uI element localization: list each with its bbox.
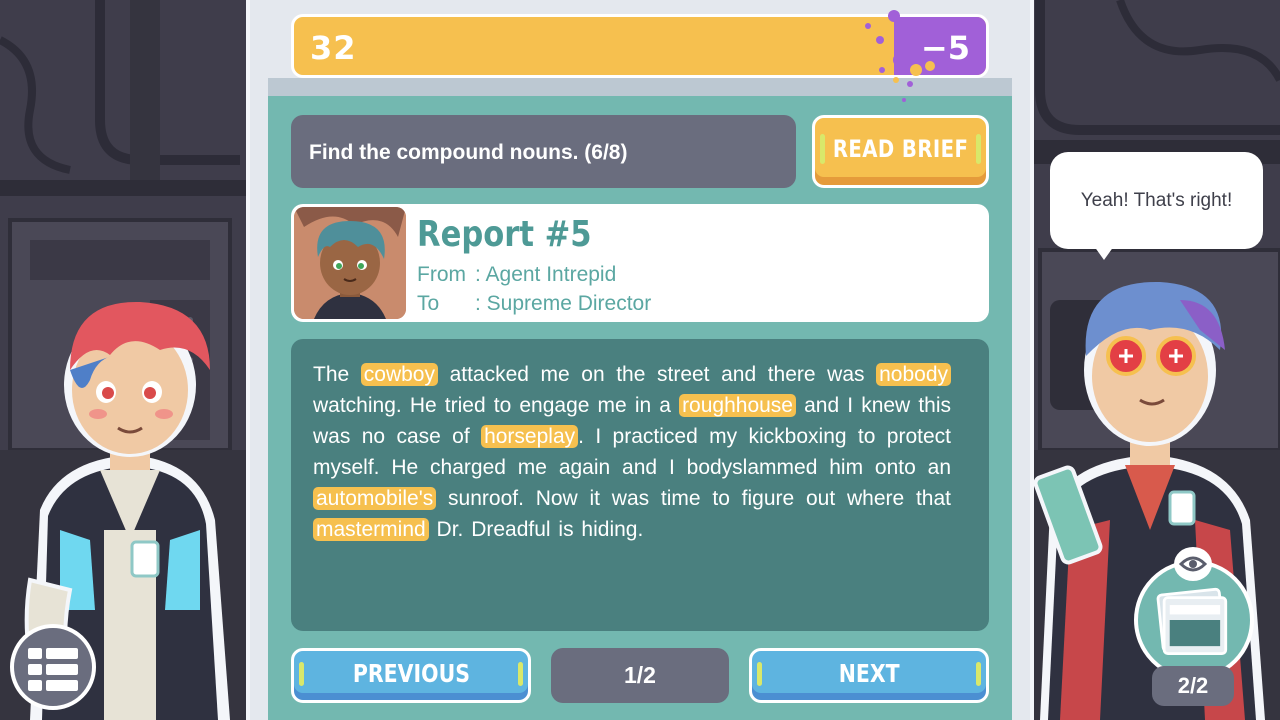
button-accent-left [299, 662, 304, 686]
button-accent-right [518, 662, 523, 686]
report-to-line: To : Supreme Director [417, 292, 651, 316]
highlighted-word[interactable]: automobile's [313, 487, 437, 510]
highlighted-word[interactable]: horseplay [481, 425, 579, 448]
button-accent-right [976, 662, 981, 686]
read-brief-button[interactable]: READ BRIEF [812, 115, 989, 188]
instruction-text: Find the compound nouns. (6/8) [309, 141, 628, 164]
evidence-count-text: 2/2 [1177, 673, 1209, 698]
report-title: Report #5 [417, 214, 592, 255]
report-text-panel: The cowboy attacked me on the street and… [291, 339, 989, 631]
to-label: To [417, 292, 440, 315]
from-value: : Agent Intrepid [475, 263, 617, 286]
report-text-segment[interactable]: attacked me on the street and there was [438, 363, 876, 386]
report-text-segment[interactable]: watching. He tried to engage me in a [313, 394, 679, 417]
previous-button[interactable]: PREVIOUS [291, 648, 531, 703]
next-label: NEXT [838, 659, 900, 688]
report-from-line: From : Agent Intrepid [417, 263, 616, 287]
task-instruction: Find the compound nouns. (6/8) [291, 115, 796, 188]
highlighted-word[interactable]: nobody [876, 363, 952, 386]
read-brief-label: READ BRIEF [832, 134, 969, 163]
page-indicator-text: 1/2 [624, 662, 656, 688]
previous-label: PREVIOUS [352, 659, 470, 688]
menu-button[interactable] [10, 624, 96, 710]
agent-avatar [294, 207, 406, 319]
button-accent-left [820, 134, 825, 164]
speech-bubble: Yeah! That's right! [1050, 152, 1263, 249]
report-text-segment[interactable]: sunroof. Now it was time to figure out w… [436, 487, 951, 510]
button-accent-left [757, 662, 762, 686]
board-stripe [268, 78, 1012, 98]
score-bar: 32 −5 [291, 14, 989, 78]
highlighted-word[interactable]: roughhouse [679, 394, 796, 417]
penalty-box: −5 [894, 17, 986, 75]
eye-icon [1174, 547, 1212, 581]
speech-bubble-tail [1094, 246, 1114, 260]
score-value: 32 [310, 29, 357, 67]
next-button[interactable]: NEXT [749, 648, 989, 703]
page-indicator: 1/2 [551, 648, 729, 703]
highlighted-word[interactable]: cowboy [360, 363, 438, 386]
penalty-value: −5 [920, 29, 970, 67]
button-accent-right [976, 134, 981, 164]
report-body-text: The cowboy attacked me on the street and… [313, 359, 952, 545]
highlighted-word[interactable]: mastermind [313, 518, 429, 541]
evidence-count: 2/2 [1152, 666, 1234, 706]
report-text-segment[interactable]: The [313, 363, 361, 386]
speech-text: Yeah! That's right! [1080, 189, 1233, 211]
from-label: From [417, 263, 466, 286]
report-header-card: Report #5 From : Agent Intrepid To : Supre… [291, 204, 989, 322]
report-text-segment[interactable]: Dr. Dreadful is hiding. [429, 518, 644, 541]
to-value: : Supreme Director [475, 292, 652, 315]
